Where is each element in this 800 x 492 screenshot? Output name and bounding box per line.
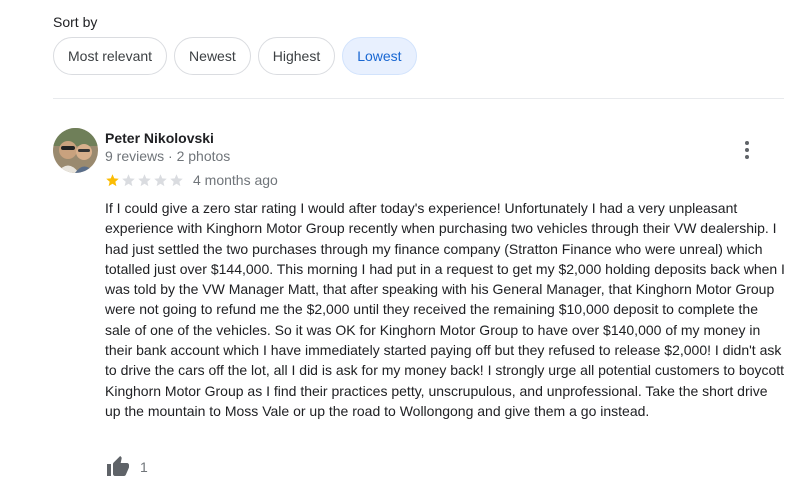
sort-chips: Most relevant Newest Highest Lowest [53, 37, 417, 75]
rating-row: 4 months ago [105, 172, 278, 188]
divider [53, 98, 784, 99]
more-options-button[interactable] [735, 138, 759, 162]
more-vertical-icon [745, 141, 749, 159]
like-button[interactable] [105, 454, 131, 480]
like-row: 1 [105, 454, 148, 480]
review-time: 4 months ago [193, 172, 278, 188]
sort-newest-chip[interactable]: Newest [174, 37, 251, 75]
star-rating [105, 173, 184, 188]
star-filled-icon [106, 173, 119, 186]
avatar-photo-icon [53, 128, 98, 173]
sort-by-label: Sort by [53, 14, 98, 30]
avatar[interactable] [53, 128, 98, 173]
star-empty-icon [122, 173, 135, 186]
star-empty-icon [154, 173, 167, 186]
like-count: 1 [140, 459, 148, 475]
review-text: If I could give a zero star rating I wou… [105, 200, 785, 419]
star-empty-icon [170, 173, 183, 186]
star-empty-icon [138, 173, 151, 186]
sort-highest-chip[interactable]: Highest [257, 37, 336, 75]
reviewer-name[interactable]: Peter Nikolovski [105, 130, 214, 146]
reviewer-meta[interactable]: 9 reviews · 2 photos [105, 148, 230, 164]
sort-most-relevant-chip[interactable]: Most relevant [53, 37, 168, 75]
thumbs-up-icon [107, 456, 129, 476]
sort-lowest-chip[interactable]: Lowest [342, 37, 417, 75]
